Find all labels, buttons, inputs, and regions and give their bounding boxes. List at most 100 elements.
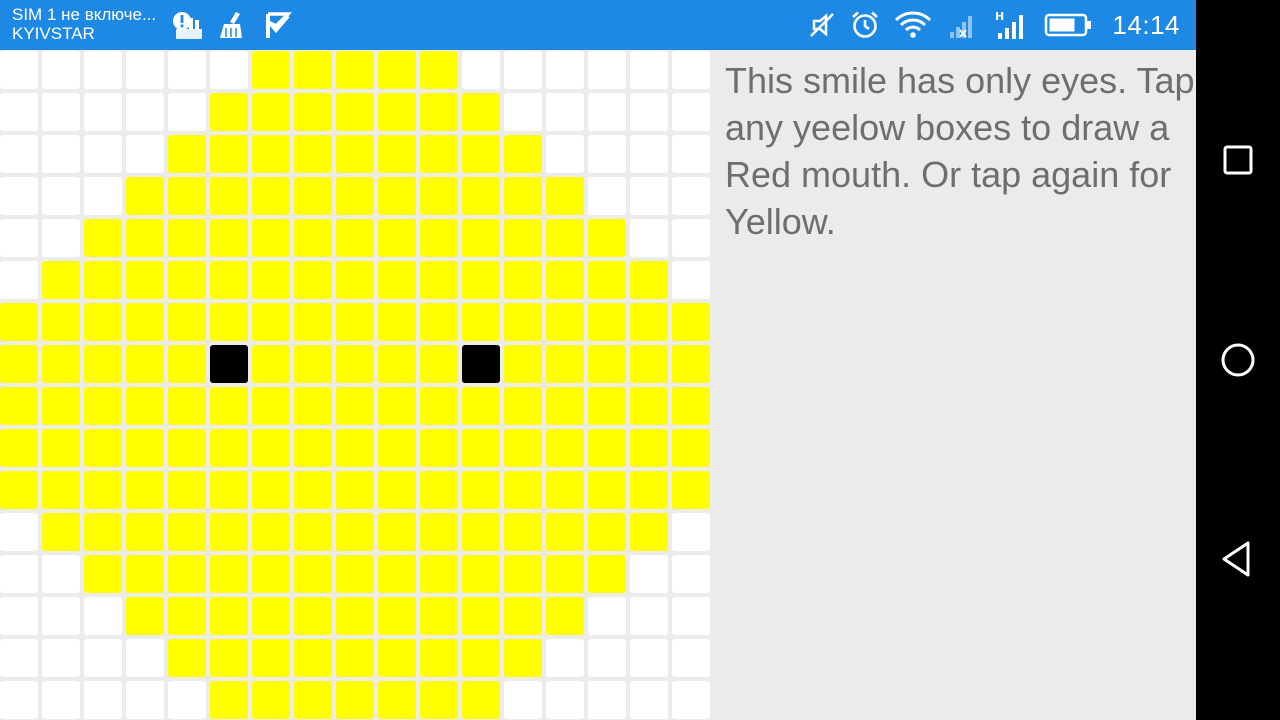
face-cell[interactable] [294, 387, 332, 425]
face-cell[interactable] [588, 555, 626, 593]
face-cell[interactable] [210, 555, 248, 593]
face-cell[interactable] [336, 261, 374, 299]
face-cell[interactable] [126, 261, 164, 299]
face-cell[interactable] [420, 597, 458, 635]
face-cell[interactable] [252, 639, 290, 677]
face-cell[interactable] [294, 429, 332, 467]
face-cell[interactable] [252, 345, 290, 383]
face-cell[interactable] [630, 429, 668, 467]
face-cell[interactable] [294, 303, 332, 341]
face-cell[interactable] [462, 387, 500, 425]
face-cell[interactable] [126, 303, 164, 341]
face-cell[interactable] [252, 177, 290, 215]
face-cell[interactable] [336, 471, 374, 509]
face-cell[interactable] [462, 597, 500, 635]
face-cell[interactable] [210, 387, 248, 425]
face-cell[interactable] [378, 51, 416, 89]
face-cell[interactable] [546, 387, 584, 425]
face-cell[interactable] [420, 303, 458, 341]
face-cell[interactable] [336, 51, 374, 89]
face-cell[interactable] [168, 513, 206, 551]
face-cell[interactable] [588, 387, 626, 425]
face-cell[interactable] [546, 597, 584, 635]
face-cell[interactable] [84, 303, 122, 341]
face-cell[interactable] [546, 513, 584, 551]
face-cell[interactable] [546, 261, 584, 299]
face-cell[interactable] [546, 471, 584, 509]
face-cell[interactable] [168, 639, 206, 677]
face-cell[interactable] [168, 135, 206, 173]
face-cell[interactable] [462, 429, 500, 467]
face-cell[interactable] [504, 261, 542, 299]
face-cell[interactable] [294, 177, 332, 215]
face-cell[interactable] [126, 555, 164, 593]
face-cell[interactable] [210, 219, 248, 257]
face-cell[interactable] [462, 555, 500, 593]
face-cell[interactable] [420, 681, 458, 719]
face-cell[interactable] [336, 639, 374, 677]
face-cell[interactable] [126, 177, 164, 215]
face-cell[interactable] [210, 513, 248, 551]
face-cell[interactable] [84, 219, 122, 257]
face-cell[interactable] [210, 93, 248, 131]
face-cell[interactable] [420, 345, 458, 383]
back-button[interactable] [1214, 535, 1262, 583]
face-cell[interactable] [336, 177, 374, 215]
face-cell[interactable] [672, 471, 710, 509]
face-cell[interactable] [42, 261, 80, 299]
face-cell[interactable] [462, 513, 500, 551]
face-cell[interactable] [336, 429, 374, 467]
face-cell[interactable] [168, 219, 206, 257]
face-cell[interactable] [42, 303, 80, 341]
face-cell[interactable] [504, 639, 542, 677]
face-cell[interactable] [252, 93, 290, 131]
face-cell[interactable] [126, 387, 164, 425]
face-cell[interactable] [546, 177, 584, 215]
face-cell[interactable] [42, 345, 80, 383]
face-cell[interactable] [294, 513, 332, 551]
face-cell[interactable] [252, 303, 290, 341]
face-cell[interactable] [504, 135, 542, 173]
face-cell[interactable] [294, 639, 332, 677]
face-cell[interactable] [252, 219, 290, 257]
face-cell[interactable] [168, 177, 206, 215]
face-cell[interactable] [420, 429, 458, 467]
face-cell[interactable] [84, 513, 122, 551]
face-cell[interactable] [420, 177, 458, 215]
face-cell[interactable] [336, 681, 374, 719]
face-cell[interactable] [294, 597, 332, 635]
face-cell[interactable] [378, 303, 416, 341]
face-cell[interactable] [420, 639, 458, 677]
face-cell[interactable] [252, 135, 290, 173]
face-cell[interactable] [462, 639, 500, 677]
face-cell[interactable] [252, 513, 290, 551]
home-button[interactable] [1214, 336, 1262, 384]
face-cell[interactable] [336, 555, 374, 593]
face-cell[interactable] [168, 303, 206, 341]
face-cell[interactable] [336, 513, 374, 551]
face-cell[interactable] [252, 597, 290, 635]
face-cell[interactable] [546, 555, 584, 593]
face-cell[interactable] [462, 93, 500, 131]
face-cell[interactable] [420, 387, 458, 425]
face-cell[interactable] [0, 387, 38, 425]
face-cell[interactable] [336, 303, 374, 341]
face-cell[interactable] [294, 471, 332, 509]
face-cell[interactable] [504, 219, 542, 257]
face-cell[interactable] [210, 471, 248, 509]
face-cell[interactable] [210, 597, 248, 635]
face-cell[interactable] [630, 513, 668, 551]
face-cell[interactable] [462, 303, 500, 341]
face-cell[interactable] [504, 471, 542, 509]
face-cell[interactable] [252, 555, 290, 593]
face-cell[interactable] [84, 471, 122, 509]
face-cell[interactable] [378, 219, 416, 257]
face-cell[interactable] [294, 51, 332, 89]
face-cell[interactable] [210, 177, 248, 215]
face-cell[interactable] [672, 345, 710, 383]
face-cell[interactable] [588, 513, 626, 551]
face-cell[interactable] [504, 597, 542, 635]
face-cell[interactable] [42, 471, 80, 509]
face-cell[interactable] [546, 429, 584, 467]
face-cell[interactable] [504, 555, 542, 593]
